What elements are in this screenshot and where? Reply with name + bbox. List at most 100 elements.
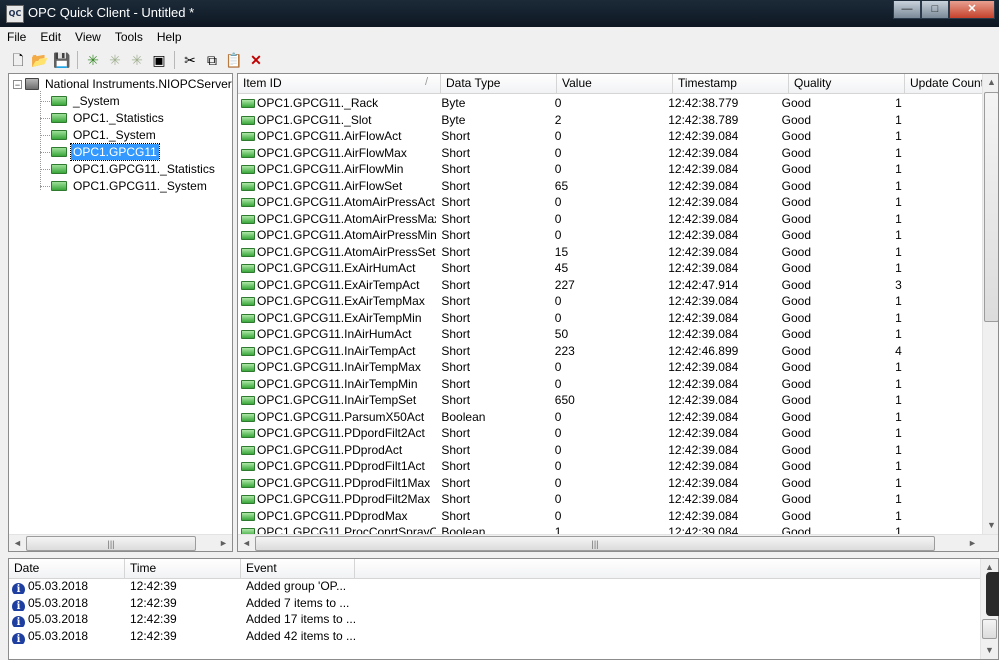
delete-icon[interactable]: ✕ [246,50,266,70]
cell-data-type: Short [436,194,549,210]
table-row[interactable]: OPC1.GPCG11.InAirTempMin Short 0 12:42:39.0… [238,376,983,392]
scroll-left-arrow[interactable]: ◄ [238,535,255,551]
tree-horizontal-scrollbar[interactable]: ◄ ► ||| [9,534,232,551]
log-column-header-time[interactable]: Time [125,559,241,578]
table-row[interactable]: OPC1.GPCG11.PDprodMax Short 0 12:42:39.084 G… [238,508,983,524]
cell-text: Short [441,294,471,308]
column-header-data-type[interactable]: Data Type [441,74,557,93]
cut-icon[interactable]: ✂ [180,50,200,70]
cell-text: Short [441,492,471,506]
table-row[interactable]: OPC1.GPCG11._Slot Byte 2 12:42:38.789 Good 1 [238,112,983,128]
items-horizontal-scrollbar[interactable]: ◄ ► ||| [238,534,998,551]
cell-item-id: OPC1.GPCG11.InAirTempMin [238,376,436,392]
log-column-header-date[interactable]: Date [9,559,125,578]
new-server-icon[interactable]: ✳ [83,50,103,70]
cell-text: Short [441,475,471,490]
scroll-thumb[interactable]: ||| [26,536,196,551]
log-row[interactable]: i 05.03.2018 12:42:39 Added 42 items to ... [9,628,355,644]
log-row[interactable]: i 05.03.2018 12:42:39 Added group 'OP... [9,578,355,594]
cell-text: OPC1.GPCG11.PDprodFilt1Max [257,475,431,490]
tree-group-node[interactable]: OPC1._Statistics [51,110,166,126]
log-cell-time: 12:42:39 [125,578,241,594]
scroll-right-arrow[interactable]: ► [964,535,981,551]
cell-text: 50 [554,327,569,341]
cell-value: 0 [550,491,663,507]
menu-file[interactable]: File [0,28,33,47]
close-button[interactable]: ✕ [949,1,995,19]
column-header-item-id[interactable]: Item ID [238,74,441,93]
cell-timestamp: 12:42:39.084 [663,244,776,260]
table-row[interactable]: OPC1.GPCG11.AtomAirPressSet Short 15 12:42:… [238,244,983,260]
paste-icon[interactable]: 📋 [224,50,244,70]
table-row[interactable]: OPC1.GPCG11.InAirTempMax Short 0 12:42:39.0… [238,359,983,375]
table-row[interactable]: OPC1.GPCG11.InAirHumAct Short 50 12:42:39.0… [238,326,983,342]
table-row[interactable]: OPC1.GPCG11.AirFlowAct Short 0 12:42:39.084… [238,128,983,144]
scroll-thumb[interactable]: ||| [255,536,935,551]
cell-value: 0 [550,211,663,227]
minimize-button[interactable]: — [893,1,921,19]
table-row[interactable]: OPC1.GPCG11.PDpordFilt2Act Short 0 12:42:39… [238,425,983,441]
menu-tools[interactable]: Tools [108,28,150,47]
table-row[interactable]: OPC1.GPCG11.InAirTempSet Short 650 12:42:39… [238,392,983,408]
items-vertical-scrollbar[interactable]: ▲ ▼ [982,74,998,534]
scroll-right-arrow[interactable]: ► [215,535,232,551]
table-row[interactable]: OPC1.GPCG11.AtomAirPressAct Short 0 12:42:3… [238,194,983,210]
table-row[interactable]: OPC1.GPCG11.PDprodFilt1Act Short 0 12:42:39… [238,458,983,474]
menu-view[interactable]: View [68,28,108,47]
save-icon[interactable]: 💾 [52,50,72,70]
table-row[interactable]: OPC1.GPCG11.InAirTempAct Short 223 12:42:46… [238,343,983,359]
scroll-thumb[interactable] [982,619,997,639]
table-row[interactable]: OPC1.GPCG11.ExAirTempAct Short 227 12:42:47… [238,277,983,293]
cell-value: 45 [550,260,663,276]
cell-text: 0 [554,442,562,457]
cell-value: 50 [550,326,663,342]
maximize-button[interactable]: □ [921,1,949,19]
open-folder-icon[interactable]: 📂 [30,50,50,70]
table-row[interactable]: OPC1.GPCG11.AtomAirPressMin Short 0 12:42:3… [238,227,983,243]
copy-icon[interactable]: ⧉ [202,50,222,70]
scroll-up-arrow[interactable]: ▲ [983,74,998,91]
log-row[interactable]: i 05.03.2018 12:42:39 Added 7 items to ... [9,595,355,611]
new-item-icon[interactable]: ✳ [127,50,147,70]
cell-text: Good [781,376,811,391]
tree-group-node[interactable]: OPC1.GPCG11._Statistics [51,161,217,177]
scroll-thumb[interactable] [984,92,998,322]
tree-group-node[interactable]: _System [51,93,122,109]
table-row[interactable]: OPC1.GPCG11.ParsumX50Act Boolean 0 12:42:39… [238,409,983,425]
tree-group-node[interactable]: OPC1._System [51,127,158,143]
column-header-value[interactable]: Value [557,74,673,93]
table-row[interactable]: OPC1.GPCG11.ExAirHumAct Short 45 12:42:39.0… [238,260,983,276]
column-header-timestamp[interactable]: Timestamp [673,74,789,93]
tree-group-node[interactable]: OPC1.GPCG11._System [51,178,209,194]
log-column-header-event[interactable]: Event [241,559,355,578]
tree-expander-icon[interactable]: − [13,79,22,89]
new-file-icon[interactable]: 🗋 [8,50,28,70]
scroll-down-arrow[interactable]: ▼ [983,517,998,534]
properties-icon[interactable]: ▣ [149,50,169,70]
menu-edit[interactable]: Edit [33,28,68,47]
cell-timestamp: 12:42:39.084 [663,227,776,243]
tree-group-node[interactable]: OPC1.GPCG11 [51,143,160,161]
window-controls: — □ ✕ [893,1,995,19]
table-row[interactable]: OPC1.GPCG11.AtomAirPressMax Short 0 12:42:3… [238,211,983,227]
table-row[interactable]: OPC1.GPCG11.AirFlowMin Short 0 12:42:39.084… [238,161,983,177]
log-row[interactable]: i 05.03.2018 12:42:39 Added 17 items to ... [9,611,355,627]
log-cell-time: 12:42:39 [125,595,241,611]
scroll-down-arrow[interactable]: ▼ [981,642,998,659]
table-row[interactable]: OPC1.GPCG11.ExAirTempMin Short 0 12:42:39.0… [238,310,983,326]
new-group-icon[interactable]: ✳ [105,50,125,70]
menu-help[interactable]: Help [150,28,189,47]
table-row[interactable]: OPC1.GPCG11.AirFlowMax Short 0 12:42:39.084… [238,145,983,161]
cell-text: Good [781,211,811,226]
table-row[interactable]: OPC1.GPCG11.AirFlowSet Short 65 12:42:39.08… [238,178,983,194]
scroll-left-arrow[interactable]: ◄ [9,535,26,551]
cell-text: 1 [895,310,902,325]
table-row[interactable]: OPC1.GPCG11._Rack Byte 0 12:42:38.779 Good 1 [238,95,983,111]
cell-text: 1 [895,376,902,391]
table-row[interactable]: OPC1.GPCG11.PDprodAct Short 0 12:42:39.084 G… [238,442,983,458]
column-header-quality[interactable]: Quality [789,74,905,93]
table-row[interactable]: OPC1.GPCG11.PDprodFilt2Max Short 0 12:42:39… [238,491,983,507]
table-row[interactable]: OPC1.GPCG11.PDprodFilt1Max Short 0 12:42:39… [238,475,983,491]
table-row[interactable]: OPC1.GPCG11.ExAirTempMax Short 0 12:42:39.0… [238,293,983,309]
tree-root-node[interactable]: − National Instruments.NIOPCServers [13,76,232,92]
